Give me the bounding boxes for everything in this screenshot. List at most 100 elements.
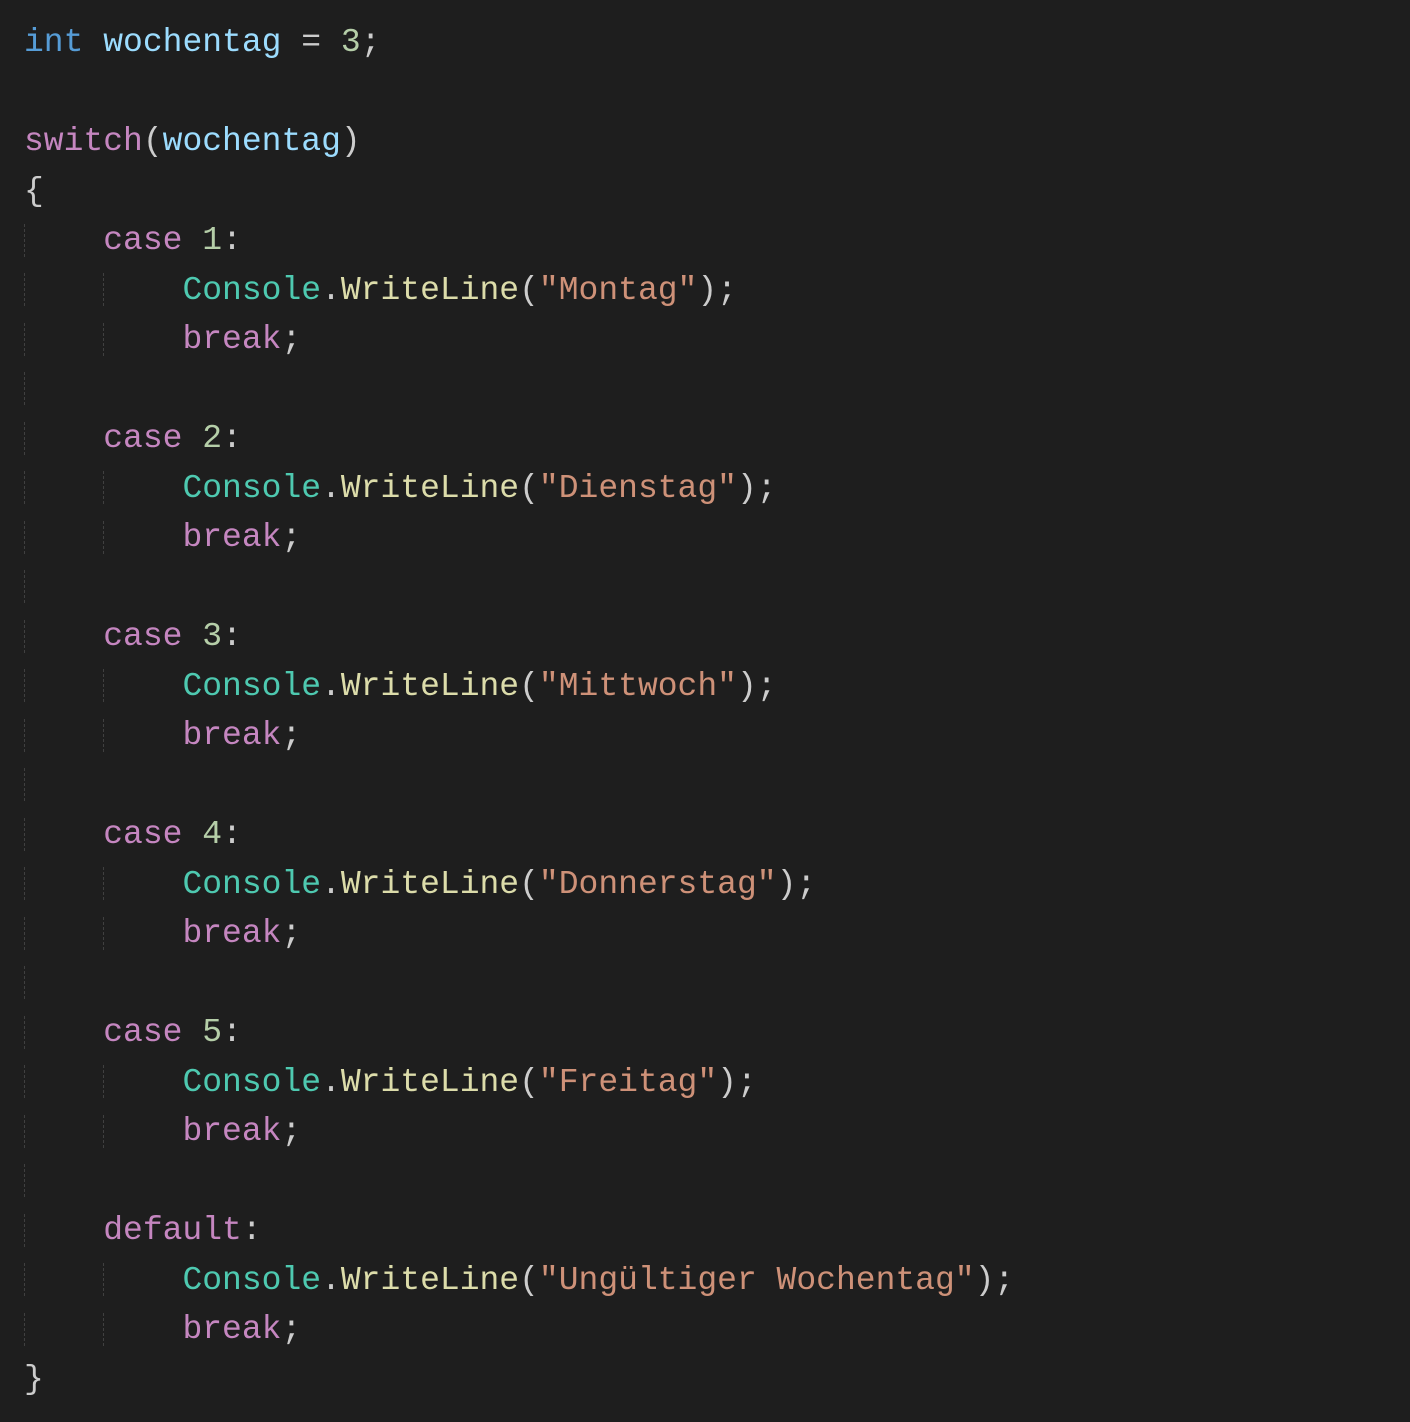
keyword-break: break	[182, 1311, 281, 1348]
class-console: Console	[182, 668, 321, 705]
method-writeline: WriteLine	[341, 470, 519, 507]
indent-guide	[24, 570, 25, 603]
keyword-case: case	[103, 1014, 182, 1051]
indent-guide	[24, 966, 25, 999]
indent-guide	[24, 669, 25, 702]
indent-guide	[24, 1214, 25, 1247]
code-line: case 3:	[24, 612, 1386, 662]
method-writeline: WriteLine	[341, 1064, 519, 1101]
keyword-break: break	[182, 915, 281, 952]
code-line: }	[24, 1355, 1386, 1405]
code-line	[24, 563, 1386, 613]
indent-guide	[24, 1115, 25, 1148]
keyword-case: case	[103, 816, 182, 853]
keyword-break: break	[182, 717, 281, 754]
indent-guide	[24, 1313, 25, 1346]
indent-guide	[24, 471, 25, 504]
code-line: break;	[24, 909, 1386, 959]
string-literal: "Freitag"	[539, 1064, 717, 1101]
number-literal: 3	[202, 618, 222, 655]
indent-guide	[24, 1263, 25, 1296]
code-line: Console.WriteLine("Montag");	[24, 266, 1386, 316]
indent-guide	[24, 1164, 25, 1197]
string-literal: "Ungültiger Wochentag"	[539, 1262, 975, 1299]
code-line: Console.WriteLine("Dienstag");	[24, 464, 1386, 514]
indent-guide	[24, 818, 25, 851]
keyword-case: case	[103, 618, 182, 655]
indent-guide	[103, 273, 104, 306]
indent-guide	[103, 719, 104, 752]
class-console: Console	[182, 866, 321, 903]
keyword-break: break	[182, 519, 281, 556]
number-literal: 5	[202, 1014, 222, 1051]
method-writeline: WriteLine	[341, 866, 519, 903]
code-line: Console.WriteLine("Mittwoch");	[24, 662, 1386, 712]
code-line	[24, 761, 1386, 811]
indent-guide	[103, 1313, 104, 1346]
indent-guide	[24, 867, 25, 900]
indent-guide	[103, 1065, 104, 1098]
code-line	[24, 68, 1386, 118]
code-line: break;	[24, 711, 1386, 761]
indent-guide	[24, 224, 25, 257]
code-line: {	[24, 167, 1386, 217]
indent-guide	[103, 867, 104, 900]
indent-guide	[103, 323, 104, 356]
code-line: break;	[24, 1305, 1386, 1355]
string-literal: "Donnerstag"	[539, 866, 777, 903]
code-line: Console.WriteLine("Ungültiger Wochentag"…	[24, 1256, 1386, 1306]
identifier-wochentag: wochentag	[103, 24, 281, 61]
number-literal: 4	[202, 816, 222, 853]
class-console: Console	[182, 1064, 321, 1101]
code-line: break;	[24, 513, 1386, 563]
indent-guide	[24, 719, 25, 752]
indent-guide	[103, 1115, 104, 1148]
method-writeline: WriteLine	[341, 668, 519, 705]
string-literal: "Dienstag"	[539, 470, 737, 507]
method-writeline: WriteLine	[341, 272, 519, 309]
method-writeline: WriteLine	[341, 1262, 519, 1299]
code-line: case 5:	[24, 1008, 1386, 1058]
code-line: Console.WriteLine("Freitag");	[24, 1058, 1386, 1108]
keyword-case: case	[103, 222, 182, 259]
indent-guide	[24, 917, 25, 950]
class-console: Console	[182, 470, 321, 507]
string-literal: "Montag"	[539, 272, 697, 309]
indent-guide	[24, 372, 25, 405]
code-line	[24, 365, 1386, 415]
indent-guide	[103, 669, 104, 702]
indent-guide	[24, 323, 25, 356]
indent-guide	[103, 471, 104, 504]
code-line: break;	[24, 315, 1386, 365]
code-line: break;	[24, 1107, 1386, 1157]
indent-guide	[103, 1263, 104, 1296]
indent-guide	[24, 422, 25, 455]
keyword-switch: switch	[24, 123, 143, 160]
keyword-case: case	[103, 420, 182, 457]
indent-guide	[24, 521, 25, 554]
code-editor[interactable]: int wochentag = 3;switch(wochentag){ cas…	[0, 0, 1410, 1422]
keyword-default: default	[103, 1212, 242, 1249]
indent-guide	[24, 273, 25, 306]
code-line: case 1:	[24, 216, 1386, 266]
code-line: case 2:	[24, 414, 1386, 464]
indent-guide	[24, 1065, 25, 1098]
number-literal: 1	[202, 222, 222, 259]
code-line: default:	[24, 1206, 1386, 1256]
code-line	[24, 959, 1386, 1009]
class-console: Console	[182, 272, 321, 309]
indent-guide	[103, 521, 104, 554]
number-literal: 3	[341, 24, 361, 61]
keyword-break: break	[182, 321, 281, 358]
class-console: Console	[182, 1262, 321, 1299]
string-literal: "Mittwoch"	[539, 668, 737, 705]
code-line: case 4:	[24, 810, 1386, 860]
keyword-break: break	[182, 1113, 281, 1150]
indent-guide	[103, 917, 104, 950]
indent-guide	[24, 1016, 25, 1049]
code-line: Console.WriteLine("Donnerstag");	[24, 860, 1386, 910]
keyword-int: int	[24, 24, 83, 61]
number-literal: 2	[202, 420, 222, 457]
indent-guide	[24, 768, 25, 801]
code-line	[24, 1157, 1386, 1207]
